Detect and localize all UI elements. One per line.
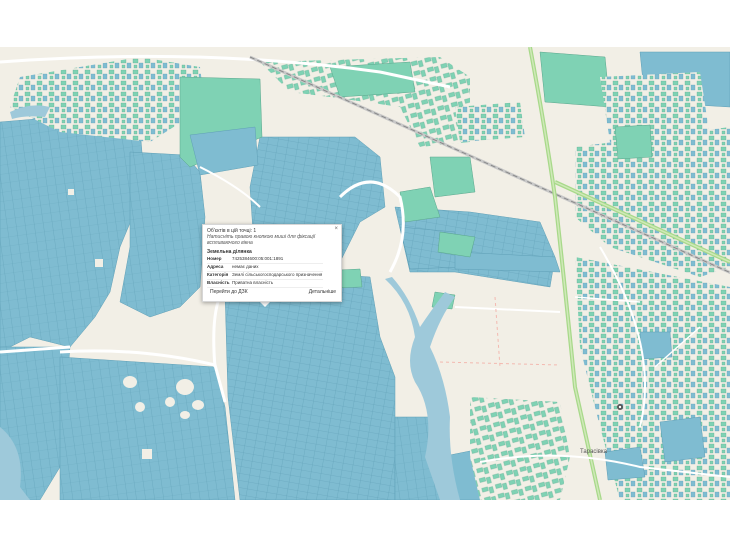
attribute-value: Приватна власність: [232, 279, 323, 288]
map-view[interactable]: Тарасівка × Об'єктів в цій точці: 1 Нати…: [0, 47, 730, 500]
go-to-dzk-button[interactable]: Перейти до ДЗК: [210, 289, 248, 295]
table-row: Категорія Землі сільськогосподарського п…: [207, 271, 323, 280]
popup-header: Об'єктів в цій точці: 1 Натисніть правою…: [207, 228, 333, 246]
pin-hint-text: Натисніть правою кнопкою миші для фіксац…: [207, 234, 316, 246]
attribute-value: 7425384600:05:001:1891: [232, 256, 323, 264]
close-icon[interactable]: ×: [334, 226, 338, 232]
attribute-key: Категорія: [207, 271, 232, 280]
poi-pin-icon[interactable]: [617, 404, 623, 410]
attribute-key: Адреса: [207, 263, 232, 272]
attribute-key: Номер: [207, 256, 232, 264]
table-row: Номер 7425384600:05:001:1891: [207, 256, 323, 264]
attribute-value: немає даних: [232, 263, 323, 272]
attribute-value: Землі сільськогосподарського призначення: [232, 271, 323, 280]
map-canvas[interactable]: [0, 47, 730, 500]
details-button[interactable]: Детальніше: [309, 289, 336, 295]
attribute-key: Власність: [207, 279, 232, 288]
table-row: Власність Приватна власність: [207, 279, 323, 288]
place-label-town: Тарасівка: [580, 449, 608, 455]
section-title: Земельна ділянка: [207, 249, 252, 255]
parcel-info-popup: × Об'єктів в цій точці: 1 Натисніть прав…: [202, 224, 342, 302]
table-row: Адреса немає даних: [207, 263, 323, 272]
parcel-attributes-table: Номер 7425384600:05:001:1891 Адреса нема…: [207, 256, 323, 288]
